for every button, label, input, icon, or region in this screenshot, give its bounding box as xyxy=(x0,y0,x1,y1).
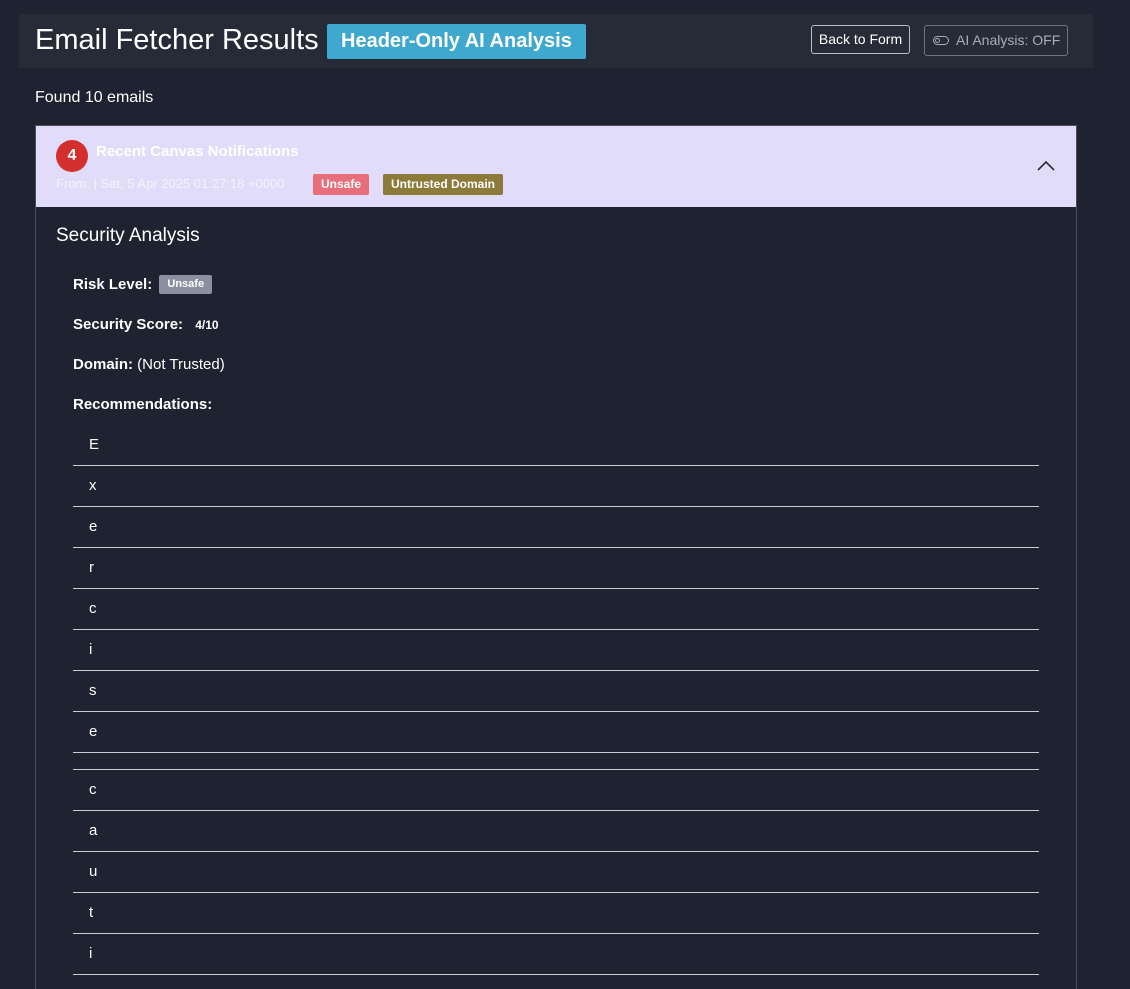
recommendation-item: i xyxy=(73,630,1039,671)
recommendation-item: c xyxy=(73,589,1039,630)
recommendation-item: r xyxy=(73,548,1039,589)
toggle-off-icon xyxy=(933,36,949,45)
domain-label: Domain: xyxy=(73,356,133,373)
email-card-header[interactable]: 4 Recent Canvas Notifications From: | Sa… xyxy=(36,126,1076,207)
email-card: 4 Recent Canvas Notifications From: | Sa… xyxy=(35,125,1077,989)
untrusted-domain-tag: Untrusted Domain xyxy=(383,174,504,195)
risk-level-badge: Unsafe xyxy=(159,274,213,294)
recommendations-row: Recommendations: xyxy=(73,395,212,415)
domain-value: (Not Trusted) xyxy=(137,356,225,373)
found-count: Found 10 emails xyxy=(35,89,154,106)
recommendations-list: E x e r c i s e c a u t i xyxy=(73,425,1039,975)
back-to-form-button[interactable]: Back to Form xyxy=(811,25,910,54)
domain-row: Domain: (Not Trusted) xyxy=(73,355,225,375)
recommendation-item: c xyxy=(73,770,1039,811)
risk-level-row: Risk Level: Unsafe xyxy=(73,274,213,295)
header-bar: Email Fetcher Results Header-Only AI Ana… xyxy=(19,14,1093,68)
page: Email Fetcher Results Header-Only AI Ana… xyxy=(0,0,1130,989)
recommendation-item: E xyxy=(73,425,1039,466)
recommendation-item: a xyxy=(73,811,1039,852)
security-score-label: Security Score: xyxy=(73,316,184,333)
unsafe-tag: Unsafe xyxy=(313,174,370,195)
security-score-row: Security Score: 4/10 xyxy=(73,315,219,335)
recommendation-item xyxy=(73,753,1039,770)
recommendation-item: i xyxy=(73,934,1039,975)
ai-analysis-toggle[interactable]: AI Analysis: OFF xyxy=(924,25,1068,56)
recommendation-item: e xyxy=(73,712,1039,753)
risk-level-label: Risk Level: xyxy=(73,276,153,293)
mode-badge: Header-Only AI Analysis xyxy=(327,24,586,59)
recommendation-item: u xyxy=(73,852,1039,893)
recommendation-item: t xyxy=(73,893,1039,934)
recommendations-label: Recommendations: xyxy=(73,396,213,413)
count-bubble: 4 xyxy=(56,140,88,172)
email-meta: From: | Sat, 5 Apr 2025 01:27:18 +0000 xyxy=(56,176,285,191)
recommendation-item: s xyxy=(73,671,1039,712)
recommendation-item: x xyxy=(73,466,1039,507)
security-score-value: 4/10 xyxy=(195,318,219,332)
email-subject: Recent Canvas Notifications xyxy=(96,143,299,160)
recommendation-item: e xyxy=(73,507,1039,548)
security-analysis-title: Security Analysis xyxy=(56,225,200,246)
page-title: Email Fetcher Results xyxy=(35,24,319,56)
ai-analysis-toggle-label: AI Analysis: OFF xyxy=(956,32,1061,48)
chevron-up-icon[interactable] xyxy=(1036,156,1056,176)
